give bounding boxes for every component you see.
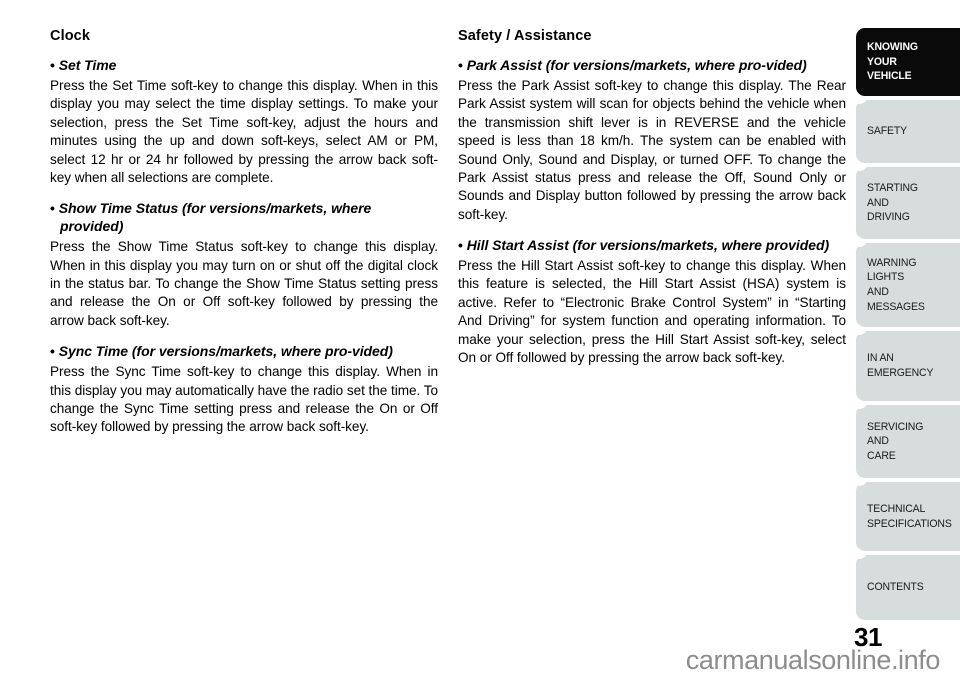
bullet-dot-icon: •	[50, 57, 55, 73]
left-body-paragraph-0: Press the Set Time soft-key to change th…	[50, 77, 438, 185]
bullet-dot-icon: •	[50, 200, 55, 217]
tab-knowing-your-vehicle[interactable]: KNOWING YOUR VEHICLE	[856, 28, 960, 96]
left-section-heading: Clock	[50, 28, 90, 44]
right-bullet-heading-0: • Park Assist (for versions/markets, whe…	[458, 57, 807, 73]
left-block-0: • Set Time Press the Set Time soft-key t…	[50, 57, 438, 187]
left-block-1: • Show Time Status (for versions/markets…	[50, 200, 438, 330]
tab-in-an-emergency[interactable]: IN AN EMERGENCY	[856, 331, 960, 401]
tab-label: IN AN EMERGENCY	[867, 352, 934, 379]
manual-page: Clock • Set Time Press the Set Time soft…	[0, 0, 960, 678]
tab-label: CONTENTS	[867, 581, 924, 594]
bullet-dot-icon: •	[50, 343, 55, 360]
left-bullet-heading-0: • Set Time	[50, 57, 117, 73]
right-block-0: • Park Assist (for versions/markets, whe…	[458, 57, 846, 224]
tab-label: SERVICING AND CARE	[867, 420, 924, 462]
tab-safety[interactable]: SAFETY	[856, 100, 960, 163]
left-block-2: • Sync Time (for versions/markets, where…	[50, 343, 438, 437]
left-body-paragraph-1: Press the Show Time Status soft-key to c…	[50, 239, 438, 328]
right-body-paragraph-1: Press the Hill Start Assist soft-key to …	[458, 258, 846, 366]
tab-contents[interactable]: CONTENTS	[856, 555, 960, 620]
tab-servicing-and-care[interactable]: SERVICING AND CARE	[856, 405, 960, 478]
tab-label: KNOWING YOUR VEHICLE	[867, 41, 918, 83]
right-block-1: • Hill Start Assist (for versions/market…	[458, 237, 846, 367]
bullet-dot-icon: •	[458, 57, 463, 73]
tab-starting-and-driving[interactable]: STARTING AND DRIVING	[856, 167, 960, 239]
right-text-column: Safety / Assistance • Park Assist (for v…	[458, 28, 846, 368]
left-text-column: Clock • Set Time Press the Set Time soft…	[50, 28, 438, 437]
footer-watermark: carmanualsonline.info	[685, 645, 941, 675]
tab-technical-specifications[interactable]: TECHNICAL SPECIFICATIONS	[856, 482, 960, 551]
bullet-dot-icon: •	[458, 237, 463, 254]
left-bullet-heading-2: • Sync Time (for versions/markets, where…	[50, 343, 393, 360]
right-section-heading: Safety / Assistance	[458, 28, 592, 44]
tab-label: TECHNICAL SPECIFICATIONS	[867, 502, 952, 530]
left-bullet-heading-1: • Show Time Status (for versions/markets…	[50, 200, 372, 235]
tab-label: STARTING AND DRIVING	[867, 182, 918, 224]
thumb-index-tab-rail: KNOWING YOUR VEHICLE SAFETY STARTING AND…	[856, 28, 960, 620]
right-bullet-heading-1: • Hill Start Assist (for versions/market…	[458, 237, 830, 254]
tab-label: SAFETY	[867, 125, 907, 138]
left-body-paragraph-2: Press the Sync Time soft-key to change t…	[50, 364, 438, 435]
tab-label: WARNING LIGHTS AND MESSAGES	[867, 256, 925, 313]
right-body-paragraph-0: Press the Park Assist soft-key to change…	[458, 77, 846, 222]
tab-warning-lights-and-messages[interactable]: WARNING LIGHTS AND MESSAGES	[856, 243, 960, 327]
